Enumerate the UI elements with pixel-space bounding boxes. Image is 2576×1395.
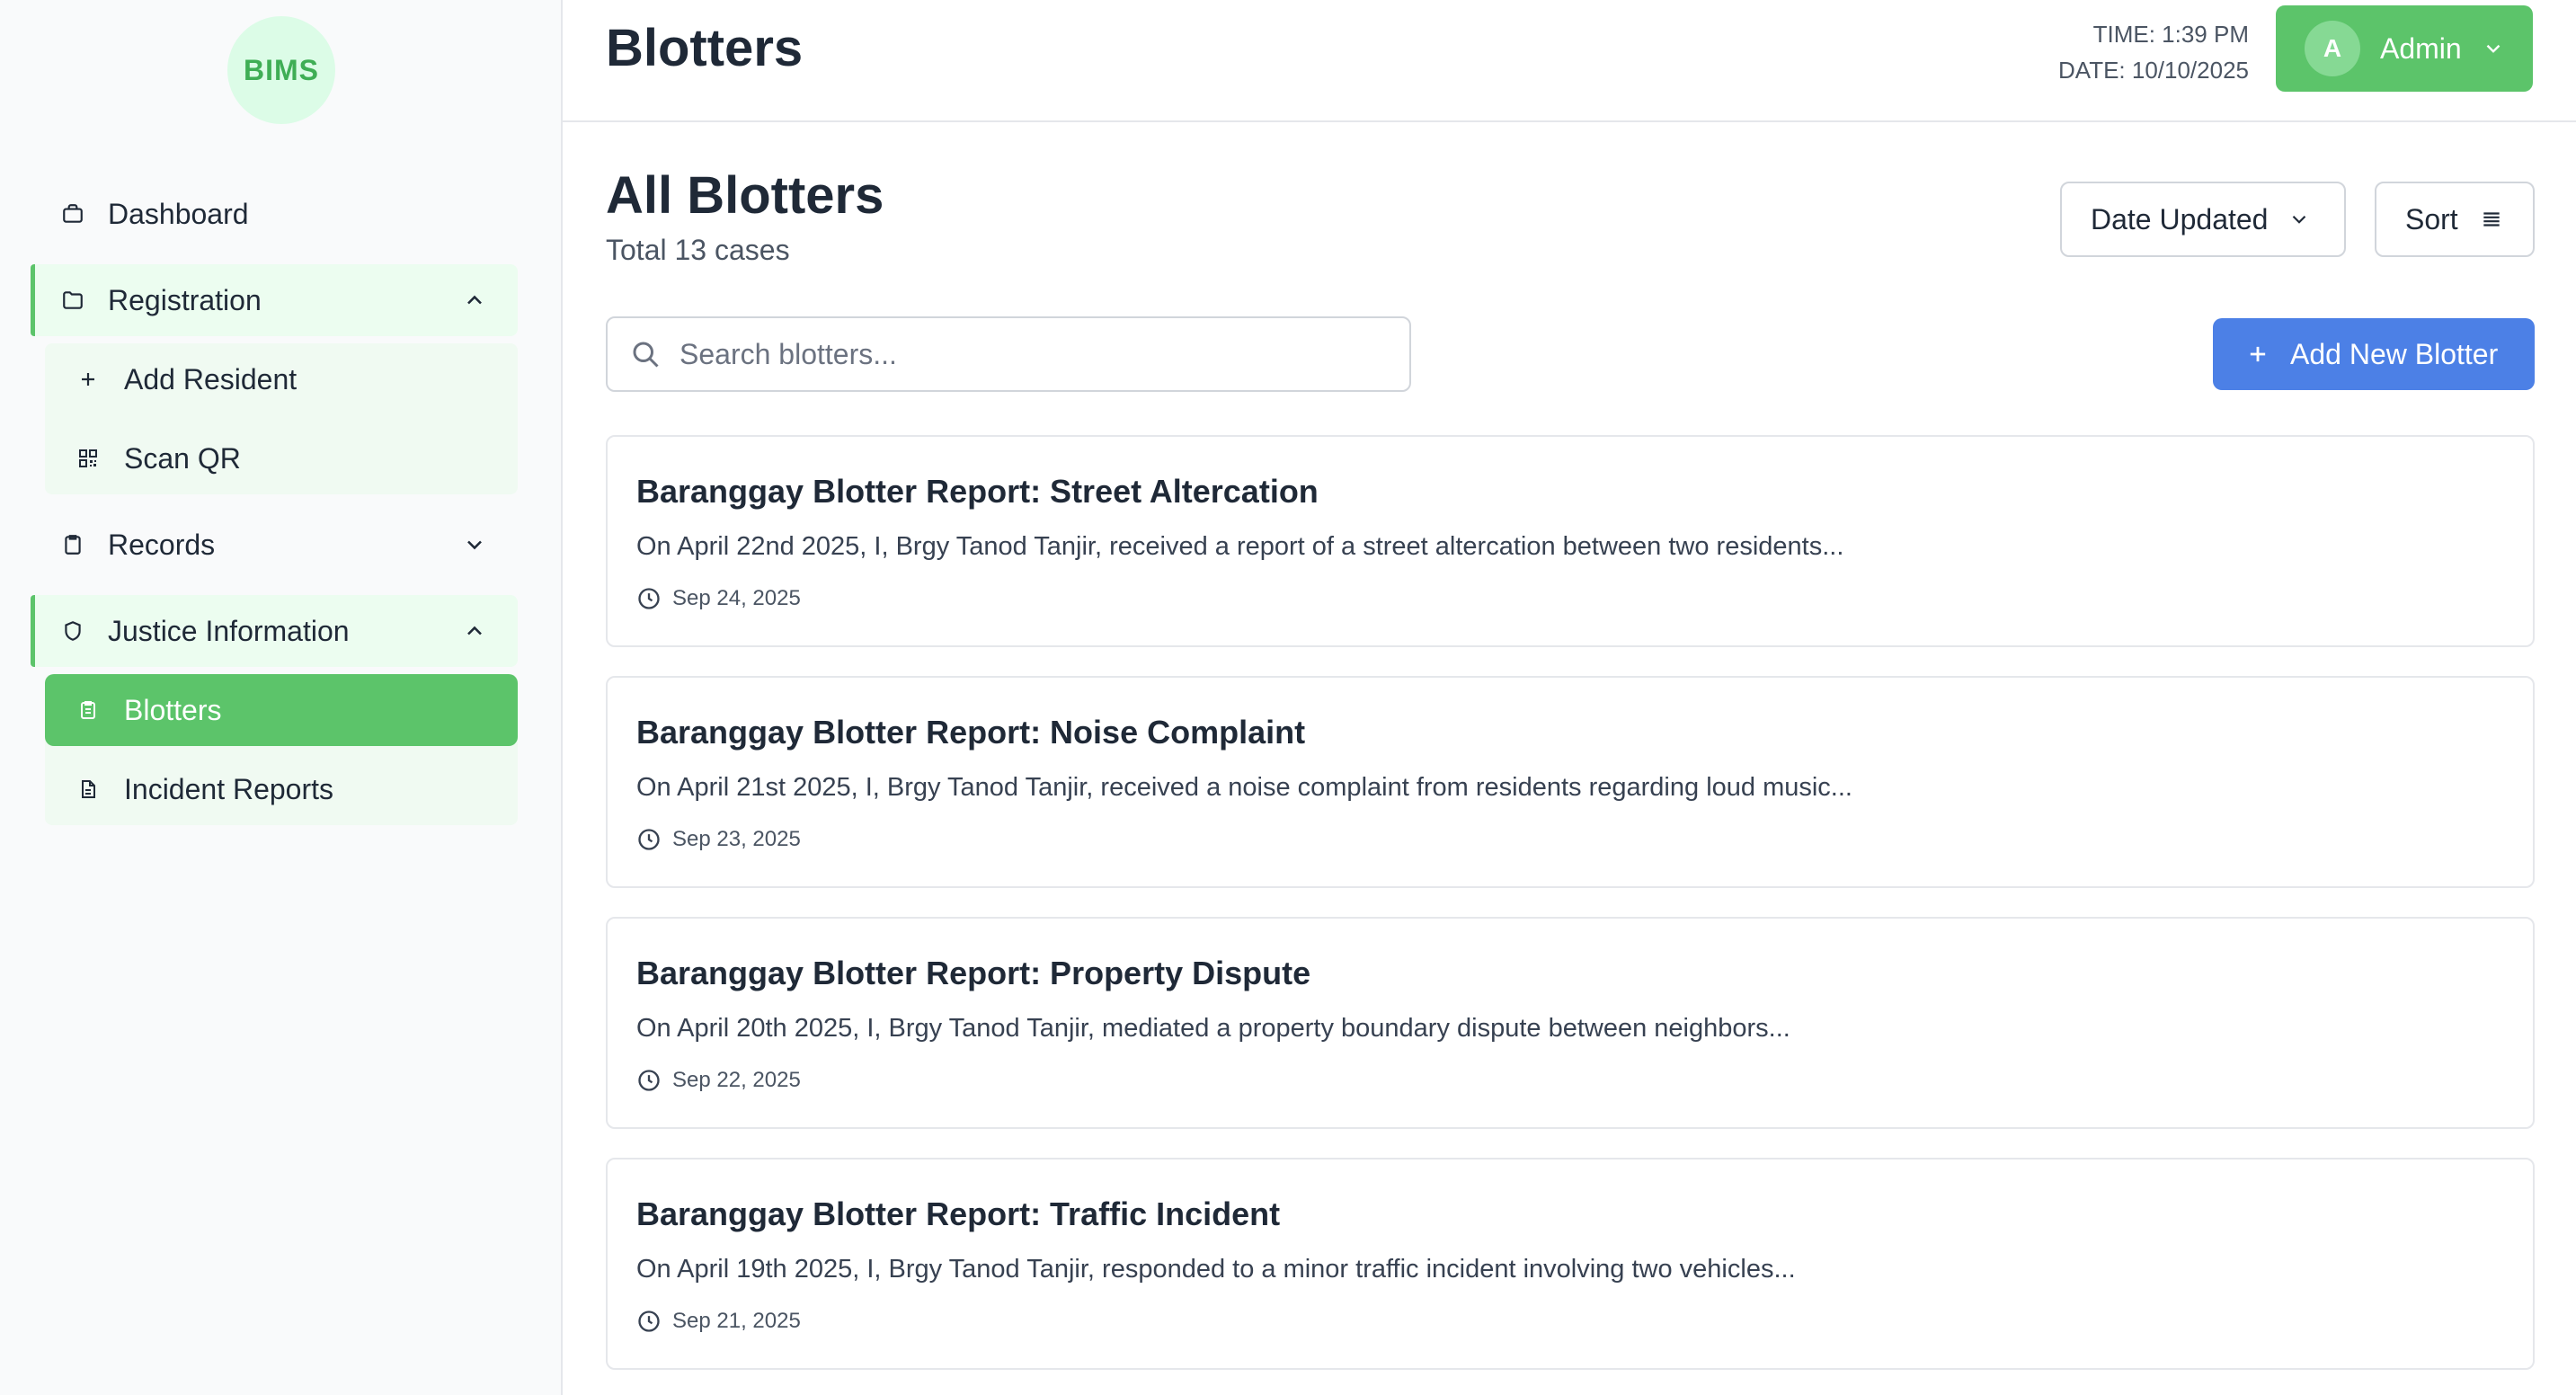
add-new-blotter-button[interactable]: Add New Blotter bbox=[2213, 318, 2535, 390]
sidebar-item-label: Dashboard bbox=[108, 197, 249, 230]
datetime-display: TIME: 1:39 PM DATE: 10/10/2025 bbox=[2058, 16, 2249, 88]
search-input[interactable] bbox=[680, 337, 1381, 371]
clock-icon bbox=[638, 1070, 660, 1091]
blotter-title: Baranggay Blotter Report: Traffic Incide… bbox=[636, 1195, 1281, 1232]
clipboard-list-icon bbox=[76, 698, 101, 723]
time-label: TIME: 1:39 PM bbox=[2092, 21, 2249, 48]
blotter-card[interactable]: Baranggay Blotter Report: Street Alterca… bbox=[606, 435, 2535, 647]
blotter-description: On April 21st 2025, I, Brgy Tanod Tanjir… bbox=[636, 773, 1852, 802]
chevron-down-icon bbox=[467, 540, 482, 550]
user-menu-button[interactable]: A Admin bbox=[2276, 5, 2533, 92]
clock-icon bbox=[638, 1311, 660, 1332]
sidebar-item-label: Add Resident bbox=[124, 362, 298, 395]
blotter-title: Baranggay Blotter Report: Property Dispu… bbox=[636, 955, 1311, 991]
chevron-down-icon bbox=[2486, 44, 2500, 53]
sidebar-item-label: Blotters bbox=[124, 693, 222, 726]
shield-icon bbox=[59, 618, 86, 644]
blotter-date-text: Sep 24, 2025 bbox=[672, 586, 801, 610]
plus-icon bbox=[76, 367, 101, 392]
sort-button[interactable]: Sort bbox=[2375, 182, 2535, 257]
sidebar-item-label: Scan QR bbox=[124, 441, 241, 475]
dropdown-value: Date Updated bbox=[2091, 202, 2269, 235]
blotter-description: On April 22nd 2025, I, Brgy Tanod Tanjir… bbox=[636, 532, 1844, 561]
chevron-down-icon bbox=[2293, 215, 2306, 224]
sidebar-item-label: Registration bbox=[108, 283, 262, 316]
plus-icon bbox=[2250, 346, 2266, 362]
avatar: A bbox=[2305, 21, 2360, 76]
sidebar-item-label: Justice Information bbox=[108, 614, 350, 647]
search-field[interactable] bbox=[606, 316, 1411, 392]
search-icon bbox=[633, 342, 659, 368]
briefcase-icon bbox=[59, 200, 86, 227]
clock-icon bbox=[638, 829, 660, 850]
chevron-up-icon bbox=[467, 295, 482, 305]
qr-code-icon bbox=[76, 446, 101, 471]
sidebar-item-label: Records bbox=[108, 528, 216, 561]
sidebar-item-dashboard[interactable]: Dashboard bbox=[31, 178, 518, 250]
sidebar-item-add-resident[interactable]: Add Resident bbox=[45, 343, 518, 415]
folder-icon bbox=[59, 287, 86, 314]
sidebar-item-registration[interactable]: Registration bbox=[31, 264, 518, 336]
app-logo: BIMS bbox=[227, 16, 335, 124]
page-title: Blotters bbox=[606, 19, 804, 77]
blotter-card[interactable]: Baranggay Blotter Report: Traffic Incide… bbox=[606, 1158, 2535, 1370]
blotter-card[interactable]: Baranggay Blotter Report: Property Dispu… bbox=[606, 917, 2535, 1129]
sidebar-item-scan-qr[interactable]: Scan QR bbox=[45, 422, 518, 494]
sidebar-item-incident-reports[interactable]: Incident Reports bbox=[45, 753, 518, 825]
sidebar: BIMS Dashboard Registration Add Resident… bbox=[0, 0, 563, 1395]
sidebar-item-label: Incident Reports bbox=[124, 772, 334, 805]
user-name: Admin bbox=[2380, 31, 2462, 65]
chevron-up-icon bbox=[467, 626, 482, 635]
blotter-description: On April 20th 2025, I, Brgy Tanod Tanjir… bbox=[636, 1014, 1790, 1043]
blotter-date: Sep 23, 2025 bbox=[636, 827, 801, 852]
section-title: All Blotters bbox=[606, 166, 884, 225]
sort-lines-icon bbox=[2483, 212, 2500, 227]
blotter-title: Baranggay Blotter Report: Street Alterca… bbox=[636, 473, 1319, 510]
sort-label: Sort bbox=[2405, 202, 2458, 235]
sidebar-item-justice-information[interactable]: Justice Information bbox=[31, 595, 518, 667]
add-button-label: Add New Blotter bbox=[2290, 337, 2499, 370]
date-label: DATE: 10/10/2025 bbox=[2058, 57, 2249, 84]
case-count: Total 13 cases bbox=[606, 234, 790, 266]
blotter-date: Sep 24, 2025 bbox=[636, 586, 801, 611]
blotter-card[interactable]: Baranggay Blotter Report: Noise Complain… bbox=[606, 676, 2535, 888]
blotter-description: On April 19th 2025, I, Brgy Tanod Tanjir… bbox=[636, 1255, 1796, 1284]
sidebar-item-blotters[interactable]: Blotters bbox=[45, 674, 518, 746]
main-content: All Blotters Total 13 cases Date Updated… bbox=[563, 124, 2576, 1395]
blotter-date-text: Sep 22, 2025 bbox=[672, 1068, 801, 1092]
blotter-date: Sep 21, 2025 bbox=[636, 1309, 801, 1334]
sidebar-item-records[interactable]: Records bbox=[31, 509, 518, 581]
blotter-date-text: Sep 21, 2025 bbox=[672, 1309, 801, 1333]
top-header: Blotters TIME: 1:39 PM DATE: 10/10/2025 … bbox=[563, 0, 2576, 122]
blotter-title: Baranggay Blotter Report: Noise Complain… bbox=[636, 714, 1306, 751]
blotter-date-text: Sep 23, 2025 bbox=[672, 827, 801, 851]
file-text-icon bbox=[76, 777, 101, 802]
blotter-date: Sep 22, 2025 bbox=[636, 1068, 801, 1093]
sort-field-dropdown[interactable]: Date Updated bbox=[2060, 182, 2346, 257]
clipboard-icon bbox=[59, 531, 86, 558]
clock-icon bbox=[638, 588, 660, 609]
